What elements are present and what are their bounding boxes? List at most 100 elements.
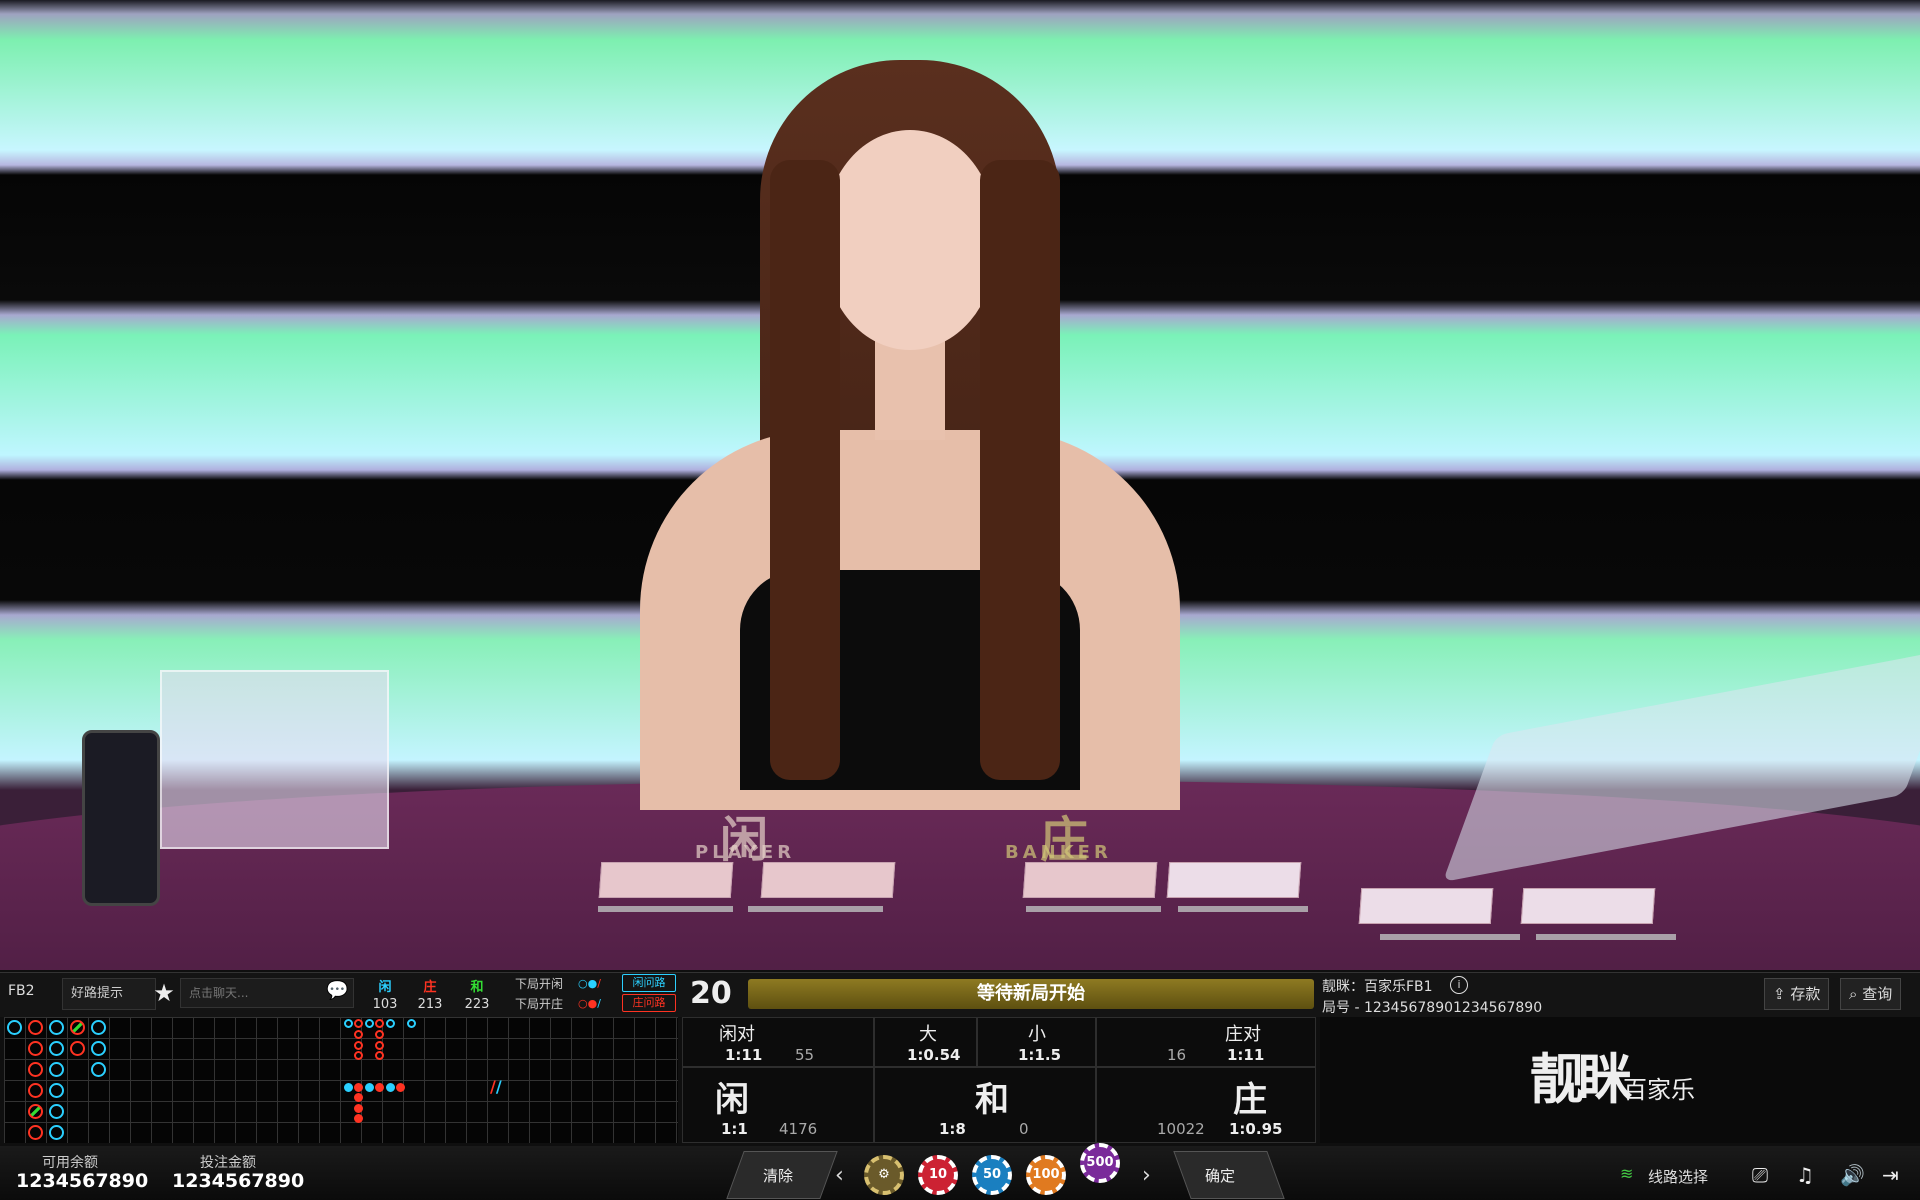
next-banker-indicator: ○●/: [578, 997, 601, 1010]
round-id: 局号 - 12345678901234567890: [1322, 1000, 1543, 1016]
bet-label: 庄: [1233, 1080, 1267, 1120]
bet-odds: 1:8: [939, 1120, 966, 1138]
bet-small[interactable]: 小 1:1.5: [977, 1017, 1096, 1067]
chevron-left-icon[interactable]: ‹: [835, 1163, 844, 1188]
table-player-en: PLAYER: [695, 842, 796, 863]
road-small-dot: [386, 1019, 395, 1028]
ask-player-road-button[interactable]: 闲问路: [622, 974, 676, 992]
card: [598, 862, 734, 898]
road-dot: [91, 1020, 106, 1035]
bet-label: 闲对: [719, 1024, 755, 1045]
card: [1166, 862, 1302, 898]
road-dot: [28, 1062, 43, 1077]
dealer-face: [825, 130, 995, 350]
divider: [1536, 934, 1676, 940]
road-small-dot: [375, 1051, 384, 1060]
bet-label: 和: [975, 1080, 1009, 1120]
bet-player-pair[interactable]: 闲对 1:11 55: [682, 1017, 874, 1067]
card: [1358, 888, 1494, 924]
bet-amount: 10022: [1157, 1120, 1205, 1138]
bet-big[interactable]: 大 1:0.54: [874, 1017, 977, 1067]
road-small-dot: [375, 1030, 384, 1039]
road-small-dot: [396, 1083, 405, 1092]
tie-stat-label: 和: [470, 980, 484, 995]
road-dot: [7, 1020, 22, 1035]
music-icon[interactable]: ♫: [1796, 1163, 1814, 1187]
road-small-dot: [375, 1083, 384, 1092]
next-banker-label: 下局开庄: [515, 997, 564, 1011]
deposit-icon: ⇪: [1773, 985, 1786, 1003]
good-road-hint-button[interactable]: 好路提示: [62, 978, 156, 1010]
tie-count: 223: [464, 997, 490, 1012]
road-small-dot: [375, 1019, 384, 1028]
info-icon[interactable]: i: [1450, 976, 1468, 994]
card-discard-box: [160, 670, 389, 849]
card: [1022, 862, 1158, 898]
exit-icon[interactable]: ⇥: [1882, 1163, 1899, 1187]
divider: [1026, 906, 1161, 912]
next-player-label: 下局开闲: [515, 977, 564, 991]
card: [760, 862, 896, 898]
player-stat-label: 闲: [378, 980, 392, 995]
road-dot: [28, 1104, 43, 1119]
road-dot: [70, 1020, 85, 1035]
clear-label: 清除: [763, 1167, 794, 1185]
chat-bubble-icon[interactable]: 💬: [326, 980, 350, 1004]
room-name: 靓眯：百家乐FB1: [1322, 979, 1433, 995]
bet-odds: 1:0.95: [1229, 1120, 1283, 1138]
road-dot: [28, 1041, 43, 1056]
bet-player[interactable]: 闲 1:1 4176: [682, 1067, 874, 1143]
speaker-icon[interactable]: 🔊: [1840, 1163, 1865, 1187]
banker-stat-label: 庄: [423, 980, 437, 995]
bet-total-label: 投注金额: [200, 1155, 256, 1171]
road-small-dot: [344, 1083, 353, 1092]
player-count: 103: [372, 997, 398, 1012]
search-icon: ⌕: [1849, 985, 1858, 1003]
road-small-dot: [354, 1051, 363, 1060]
bet-banker[interactable]: 庄 1:0.95 10022: [1096, 1067, 1316, 1143]
road-dot: [49, 1062, 64, 1077]
deposit-button[interactable]: ⇪ 存款: [1764, 978, 1830, 1010]
chip-10[interactable]: 10: [918, 1155, 958, 1195]
bet-tie[interactable]: 和 1:8 0: [874, 1067, 1096, 1143]
bet-amount: 0: [1019, 1120, 1029, 1138]
bet-amount: 16: [1167, 1046, 1187, 1064]
tie-stat: 和 223: [457, 976, 497, 1012]
favorite-star-icon[interactable]: ★: [150, 978, 178, 1008]
divider: [748, 906, 883, 912]
road-dot: [49, 1104, 64, 1119]
divider: [1380, 934, 1520, 940]
banker-count: 213: [417, 997, 443, 1012]
bet-label: 庄对: [1225, 1024, 1261, 1045]
round-status: 等待新局开始: [748, 979, 1314, 1009]
query-label: 查询: [1862, 985, 1893, 1003]
chevron-right-icon[interactable]: ›: [1142, 1163, 1151, 1188]
line-select-button[interactable]: 线路选择: [1648, 1166, 1708, 1187]
banker-stat: 庄 213: [410, 976, 450, 1012]
road-small-dot: [354, 1083, 363, 1092]
ask-banker-road-button[interactable]: 庄问路: [622, 994, 676, 1012]
chip-50[interactable]: 50: [972, 1155, 1012, 1195]
road-small-dot: [407, 1019, 416, 1028]
chip-100[interactable]: 100: [1026, 1155, 1066, 1195]
road-dot: [91, 1062, 106, 1077]
road-small-dot: [354, 1041, 363, 1050]
divider: [1178, 906, 1308, 912]
bet-odds: 1:1.5: [1018, 1046, 1062, 1064]
query-button[interactable]: ⌕ 查询: [1840, 978, 1902, 1010]
road-small-dot: [365, 1083, 374, 1092]
road-dot: [49, 1125, 64, 1140]
bet-banker-pair[interactable]: 庄对 1:11 16: [1096, 1017, 1316, 1067]
road-small-dot: [354, 1030, 363, 1039]
video-toggle-icon[interactable]: ⎚: [1752, 1163, 1768, 1187]
deposit-label: 存款: [1790, 985, 1821, 1003]
brand-logo: 靓眯: [1530, 1047, 1632, 1111]
player-stat: 闲 103: [365, 976, 405, 1012]
confirm-label: 确定: [1205, 1167, 1236, 1185]
card: [1520, 888, 1656, 924]
dealer-hair-left: [770, 160, 840, 780]
table-banker-en: BANKER: [1005, 842, 1112, 863]
dealer-hair-right: [980, 160, 1060, 780]
chip-settings-icon[interactable]: ⚙: [864, 1155, 904, 1195]
chip-500[interactable]: 500: [1080, 1143, 1120, 1183]
